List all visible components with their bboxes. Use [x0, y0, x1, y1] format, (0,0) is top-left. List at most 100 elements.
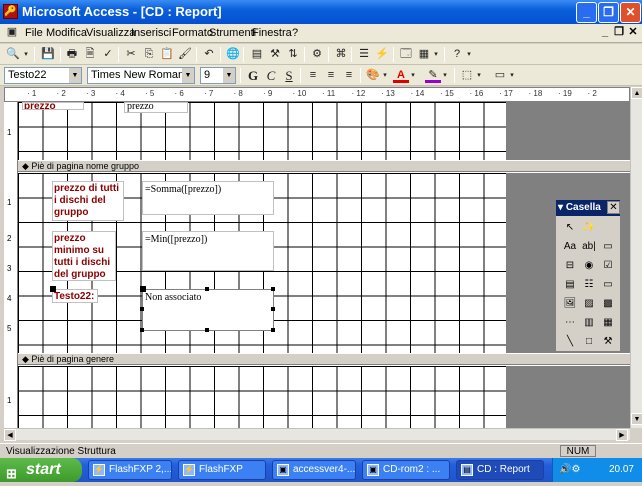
- properties-icon[interactable]: ☰: [356, 47, 372, 62]
- view-icon[interactable]: 🔍: [5, 47, 21, 62]
- menu-help[interactable]: ?: [292, 27, 298, 39]
- minimize-button[interactable]: _: [576, 2, 597, 23]
- tool-combo-icon[interactable]: ▤: [562, 277, 578, 293]
- new-object-icon[interactable]: ▦: [416, 47, 432, 62]
- database-window-icon[interactable]: 🗔: [398, 47, 414, 62]
- task-flashfxp[interactable]: ⚡ FlashFXP: [178, 460, 266, 480]
- menu-file[interactable]: File: [25, 27, 43, 39]
- section-footer-group[interactable]: ◆ Piè di pagina nome gruppo: [18, 160, 630, 172]
- font-color-icon[interactable]: A: [393, 68, 409, 83]
- tool-xyz-icon[interactable]: ▭: [600, 239, 616, 255]
- special-effect-icon[interactable]: ▭: [492, 68, 508, 83]
- tool-check-icon[interactable]: ☑: [600, 258, 616, 274]
- scroll-right-icon[interactable]: ▶: [616, 429, 628, 441]
- tool-subform-icon[interactable]: ▦: [600, 315, 616, 331]
- menu-finestra[interactable]: Finestra: [252, 27, 292, 39]
- tray-icons[interactable]: 🔊⚙: [559, 458, 580, 482]
- tool-list-icon[interactable]: ☷: [581, 277, 597, 293]
- align-center-icon[interactable]: ≡: [323, 68, 339, 83]
- build-icon[interactable]: ⚡: [374, 47, 390, 62]
- tool-page-break-icon[interactable]: ⋯: [562, 315, 578, 331]
- horizontal-scrollbar[interactable]: ◀ ▶: [4, 428, 630, 441]
- toolbox-icon[interactable]: ⚒: [267, 47, 283, 62]
- spelling-icon[interactable]: ✓: [100, 47, 116, 62]
- undo-icon[interactable]: ↶: [201, 47, 217, 62]
- menu-modifica[interactable]: Modifica: [46, 27, 87, 39]
- cut-icon[interactable]: ✂: [123, 47, 139, 62]
- task-cd-rom2[interactable]: ▣ CD-rom2 : ...: [362, 460, 450, 480]
- toolbox-close-icon[interactable]: ✕: [607, 201, 620, 214]
- tool-bound-frame-icon[interactable]: ▩: [600, 296, 616, 312]
- line-color-dropdown-icon[interactable]: ▾: [441, 68, 449, 83]
- close-button[interactable]: ✕: [620, 2, 641, 23]
- group-header-grid[interactable]: [18, 102, 506, 160]
- bold-button[interactable]: G: [245, 68, 261, 83]
- underline-button[interactable]: S: [281, 68, 297, 83]
- fill-color-icon[interactable]: 🎨: [365, 68, 381, 83]
- task-flashfxp-2[interactable]: ⚡ FlashFXP 2,...: [88, 460, 172, 480]
- task-cd-report[interactable]: ▤ CD : Report: [456, 460, 544, 480]
- tool-radio-icon[interactable]: ◉: [581, 258, 597, 274]
- mdi-close-button[interactable]: ✕: [626, 26, 640, 40]
- field-list-icon[interactable]: ▤: [249, 47, 265, 62]
- code-icon[interactable]: ⌘: [333, 47, 349, 62]
- save-icon[interactable]: 💾: [40, 47, 56, 62]
- menu-inserisci[interactable]: Inserisci: [131, 27, 171, 39]
- print-icon[interactable]: 🖶: [64, 47, 80, 62]
- tool-more-icon[interactable]: ⚒: [600, 334, 616, 350]
- label-testo22[interactable]: Testo22:: [52, 289, 98, 303]
- help-dropdown-icon[interactable]: ▾: [465, 47, 473, 62]
- chevron-down-icon[interactable]: ▼: [69, 68, 81, 83]
- tool-ab--icon[interactable]: ab|: [581, 239, 597, 255]
- tool-button-icon[interactable]: ▭: [600, 277, 616, 293]
- menu-strumenti[interactable]: Strumenti: [209, 27, 256, 39]
- tool-unbound-frame-icon[interactable]: ▨: [581, 296, 597, 312]
- autoformat-icon[interactable]: ⚙: [309, 47, 325, 62]
- tool-pointer-icon[interactable]: ↖: [562, 220, 578, 236]
- tool-image-icon[interactable]: 🖼: [562, 296, 578, 312]
- tool-wizard-icon[interactable]: ✨: [581, 220, 597, 236]
- genre-footer-grid[interactable]: [18, 366, 506, 428]
- tool-toggle-icon[interactable]: ⊟: [562, 258, 578, 274]
- format-painter-icon[interactable]: 🖌: [177, 47, 193, 62]
- report-doc-icon[interactable]: ▣: [4, 25, 20, 40]
- access-app-icon[interactable]: 🔑: [3, 4, 18, 19]
- sorting-grouping-icon[interactable]: ⇅: [285, 47, 301, 62]
- mdi-minimize-button[interactable]: _: [598, 26, 612, 40]
- label-prezzo[interactable]: prezzo: [22, 102, 84, 110]
- section-footer-genre[interactable]: ◆ Piè di pagina genere: [18, 353, 630, 365]
- print-preview-icon[interactable]: 🗎: [82, 47, 98, 62]
- font-combo[interactable]: Times New Roman ▼: [87, 67, 195, 84]
- chevron-down-icon[interactable]: ▼: [182, 68, 194, 83]
- chevron-down-icon[interactable]: ▼: [223, 68, 235, 83]
- italic-button[interactable]: C: [263, 68, 279, 83]
- label-prezzo-totale[interactable]: prezzo di tutti i dischi del gruppo: [52, 181, 124, 221]
- font-color-dropdown-icon[interactable]: ▾: [409, 68, 417, 83]
- field-min-prezzo[interactable]: =Min([prezzo]): [142, 231, 274, 271]
- label-prezzo-minimo[interactable]: prezzo minimo su tutti i dischi del grup…: [52, 231, 116, 281]
- tool-rect-icon[interactable]: □: [581, 334, 597, 350]
- task-accessver4[interactable]: ▣ accessver4-...: [272, 460, 356, 480]
- border-width-icon[interactable]: ⬚: [459, 68, 475, 83]
- tool-line-icon[interactable]: ╲: [562, 334, 578, 350]
- scroll-up-icon[interactable]: ▲: [631, 87, 642, 99]
- align-right-icon[interactable]: ≡: [341, 68, 357, 83]
- view-dropdown-icon[interactable]: ▾: [22, 47, 30, 62]
- object-combo[interactable]: Testo22 ▼: [4, 67, 82, 84]
- special-effect-dropdown-icon[interactable]: ▾: [508, 68, 516, 83]
- line-color-icon[interactable]: ✎: [425, 68, 441, 83]
- align-left-icon[interactable]: ≡: [305, 68, 321, 83]
- scroll-down-icon[interactable]: ▼: [631, 413, 642, 425]
- vertical-scrollbar[interactable]: ▲ ▼: [630, 87, 642, 428]
- field-somma-prezzo[interactable]: =Somma([prezzo]): [142, 181, 274, 215]
- help-icon[interactable]: ?: [449, 47, 465, 62]
- tool-aa-icon[interactable]: Aa: [562, 239, 578, 255]
- paste-icon[interactable]: 📋: [159, 47, 175, 62]
- mdi-restore-button[interactable]: ❐: [612, 26, 626, 40]
- tool-tab-icon[interactable]: ▥: [581, 315, 597, 331]
- new-object-dropdown-icon[interactable]: ▾: [432, 47, 440, 62]
- report-design-surface[interactable]: prezzo prezzo ◆ Piè di pagina nome grupp…: [18, 102, 630, 428]
- start-button[interactable]: ⊞ start: [0, 458, 82, 482]
- scroll-left-icon[interactable]: ◀: [4, 429, 16, 441]
- field-testo22-selected[interactable]: Non associato: [142, 289, 274, 331]
